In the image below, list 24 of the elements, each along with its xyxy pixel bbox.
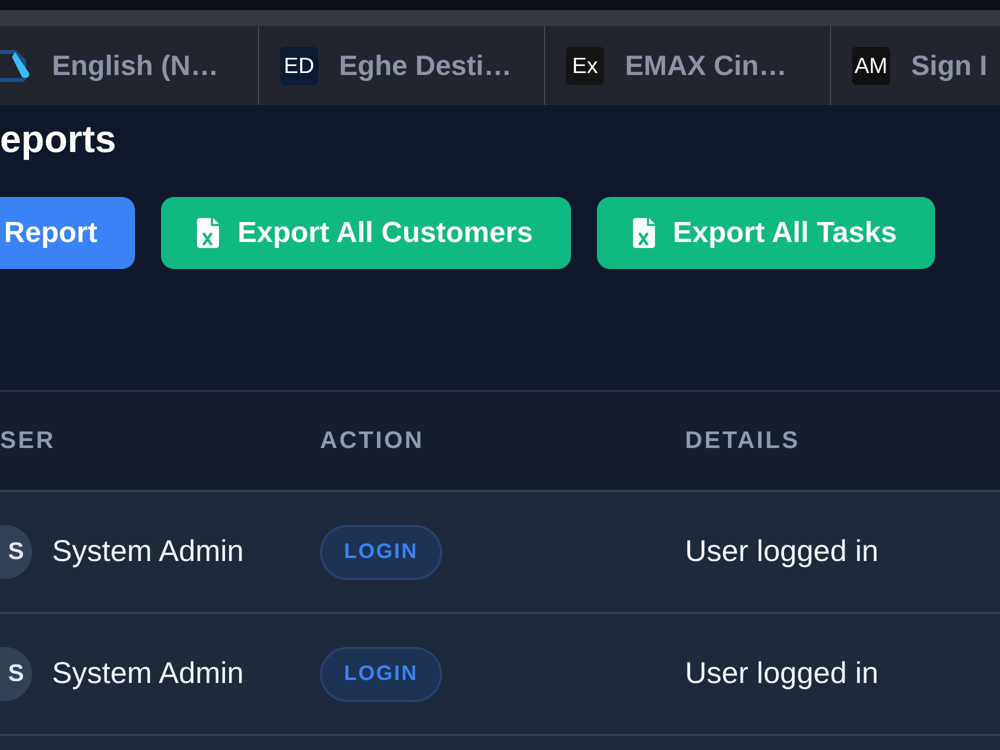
spreadsheet-file-icon [632, 218, 655, 248]
browser-tab[interactable]: AM Sign I [830, 26, 1000, 105]
browser-tab[interactable]: Ex EMAX Cin… [544, 26, 830, 105]
user-avatar: S [0, 525, 32, 579]
export-button[interactable]: Export All Tasks [596, 197, 935, 269]
column-header: DETAILS [685, 427, 800, 455]
export-button[interactable]: Export All Customers [161, 197, 571, 269]
action-badge: LOGIN [320, 646, 442, 702]
user-name: System Admin [52, 657, 244, 691]
user-avatar: S [0, 647, 32, 701]
report-button[interactable]: Report [0, 197, 136, 269]
page-title: eports [0, 118, 116, 162]
favicon: AM [852, 46, 890, 84]
spreadsheet-file-icon [197, 218, 220, 248]
browser-tab[interactable]: English (N… [0, 26, 258, 105]
favicon: ED [280, 46, 318, 84]
column-header: SER [0, 427, 56, 455]
browser-tab[interactable]: ED Eghe Desti… [258, 26, 544, 105]
favicon: Ex [566, 46, 604, 84]
action-badge: LOGIN [320, 524, 442, 580]
table-cell: User logged in [685, 657, 878, 690]
column-header: ACTION [320, 427, 424, 455]
user-name: System Admin [52, 535, 244, 569]
table-cell: User logged in [685, 535, 878, 568]
